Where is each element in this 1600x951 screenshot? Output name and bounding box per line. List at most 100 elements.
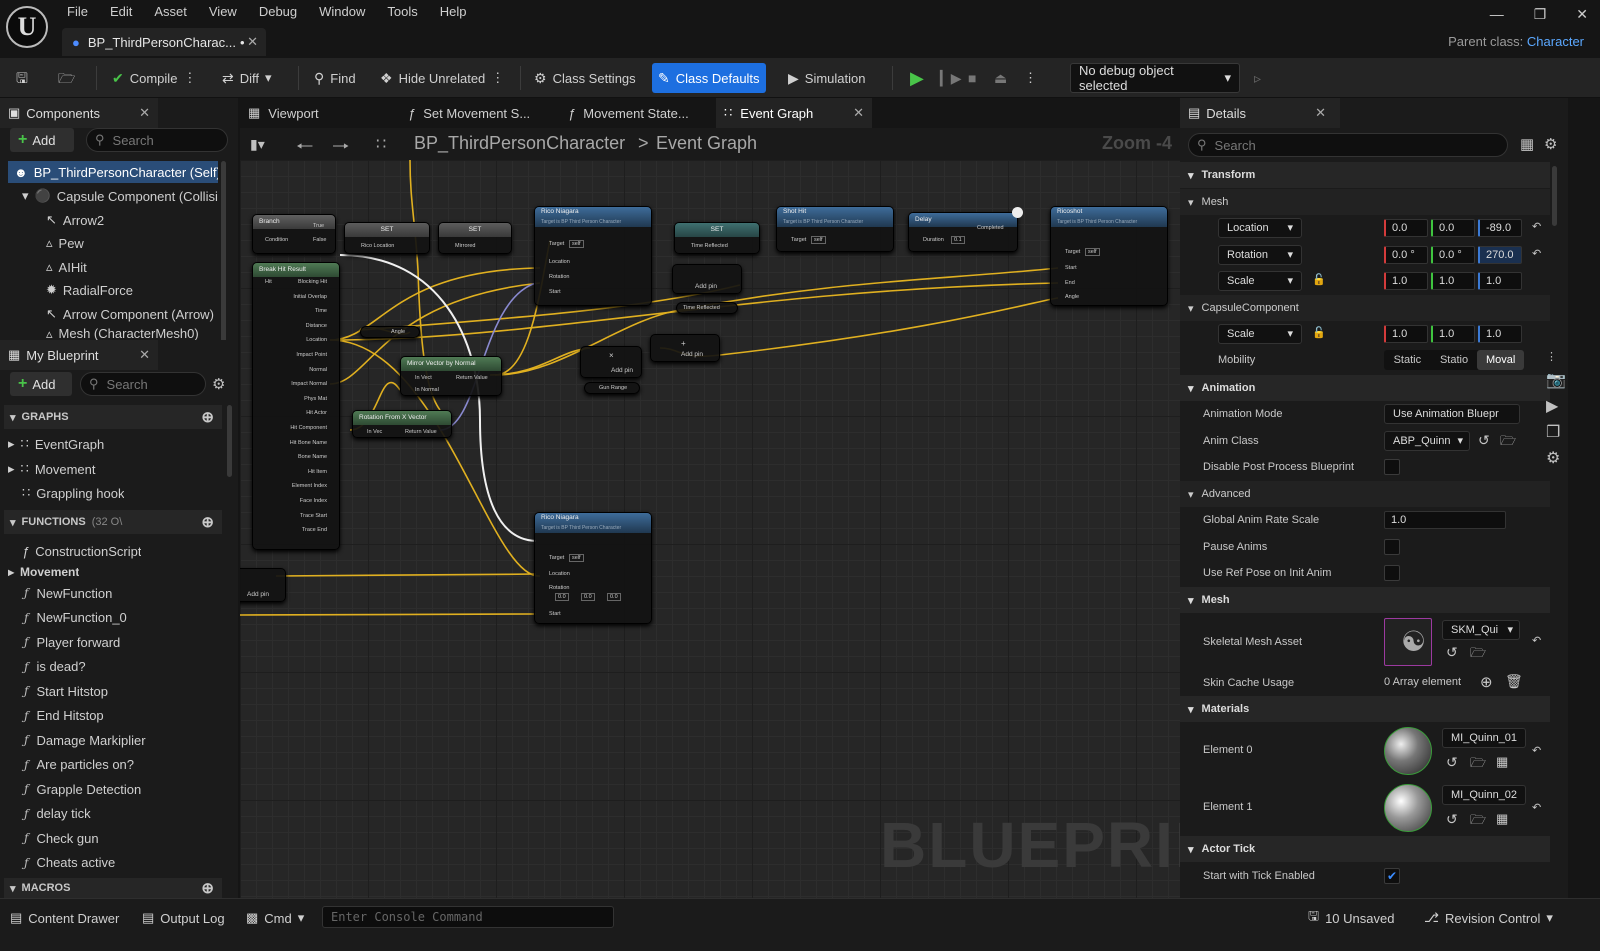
- menu-edit[interactable]: Edit: [99, 3, 143, 23]
- pin-value[interactable]: self: [569, 554, 584, 562]
- menu-view[interactable]: View: [198, 3, 248, 23]
- play-options-button[interactable]: ⋮: [1018, 63, 1043, 93]
- function-category-movement[interactable]: ▸ Movement: [8, 561, 79, 583]
- camera-icon[interactable]: 📷: [1546, 370, 1566, 390]
- find-button[interactable]: ⚲ Find: [308, 63, 362, 93]
- function-item[interactable]: ƒ Grapple Detection: [24, 778, 141, 800]
- graph-item-eventgraph[interactable]: ▸ ∷ EventGraph: [8, 433, 104, 455]
- pin-panel-icon[interactable]: ⋮: [1546, 350, 1557, 363]
- function-item[interactable]: ƒ Start Hitstop: [24, 680, 108, 702]
- menu-file[interactable]: File: [56, 3, 99, 23]
- capsule-scale-y[interactable]: 1.0: [1431, 325, 1475, 343]
- graph-item-grappling[interactable]: ∷ Grappling hook: [22, 482, 124, 504]
- function-item[interactable]: ƒ NewFunction_0: [24, 607, 127, 629]
- mesh-subsection[interactable]: ▾ Mesh: [1180, 189, 1550, 215]
- anim-class-dropdown[interactable]: ABP_Quinn ▾: [1384, 431, 1470, 451]
- event-graph-canvas[interactable]: Branch Condition True False Break Hit Re…: [240, 160, 1180, 900]
- function-item[interactable]: ƒ Cheats active: [24, 852, 115, 874]
- tree-item-capsule[interactable]: ▾ ⚫ Capsule Component (CollisionCylinder): [22, 185, 218, 207]
- materials-section[interactable]: ▾ Materials: [1180, 696, 1550, 722]
- node-set-rico-location[interactable]: SET Rico Location: [344, 222, 430, 254]
- node-add-2[interactable]: + Add pin: [650, 334, 720, 362]
- add-macro-icon[interactable]: ⊕: [201, 879, 214, 897]
- rotation-x[interactable]: 0.0 °: [1384, 246, 1428, 264]
- ref-pose-checkbox[interactable]: [1384, 565, 1400, 581]
- macros-section[interactable]: ▾ MACROS ⊕: [4, 878, 222, 898]
- details-search-input[interactable]: ⚲ Search: [1188, 133, 1508, 157]
- maximize-icon[interactable]: ❐: [1534, 6, 1547, 23]
- functions-section[interactable]: ▾ FUNCTIONS (32 O\ ⊕: [4, 510, 222, 534]
- menu-asset[interactable]: Asset: [143, 3, 198, 23]
- function-item[interactable]: ƒ Player forward: [24, 631, 120, 653]
- function-item[interactable]: ƒ NewFunction: [24, 582, 112, 604]
- browse-icon[interactable]: 🗁: [1470, 811, 1486, 833]
- function-item[interactable]: ƒ is dead?: [24, 656, 86, 678]
- tree-item-aihit[interactable]: ▵ AIHit: [46, 256, 218, 278]
- class-defaults-button[interactable]: ✎ Class Defaults: [652, 63, 766, 93]
- graphs-section[interactable]: ▾ GRAPHS ⊕: [4, 405, 222, 429]
- scale-z[interactable]: 1.0: [1478, 272, 1522, 290]
- node-set-time-reflected[interactable]: SET Time Reflected: [674, 222, 760, 254]
- node-multiply[interactable]: × Add pin: [580, 346, 642, 378]
- node-delay[interactable]: Delay Duration 0.1 Completed: [908, 212, 1018, 252]
- capsule-scale-x[interactable]: 1.0: [1384, 325, 1428, 343]
- function-item-construction[interactable]: ƒ ConstructionScript: [22, 540, 141, 562]
- mesh-section[interactable]: ▾ Mesh: [1180, 587, 1550, 613]
- gear-icon[interactable]: ⚙: [212, 375, 225, 393]
- node-shot-hit[interactable]: Shot Hit Target is BP Third Person Charac…: [776, 206, 894, 252]
- rotation-dropdown[interactable]: Rotation ▾: [1218, 245, 1302, 265]
- minimize-icon[interactable]: —: [1490, 6, 1504, 23]
- add-pin-label[interactable]: Add pin: [695, 283, 717, 290]
- compile-options-icon[interactable]: ⋮: [183, 70, 196, 86]
- node-set-mirrored[interactable]: SET Mirrored: [438, 222, 512, 254]
- node-add[interactable]: Add pin: [672, 264, 742, 294]
- function-item[interactable]: ƒ End Hitstop: [24, 705, 104, 727]
- function-item[interactable]: ƒ delay tick: [24, 803, 91, 825]
- scale-x[interactable]: 1.0: [1384, 272, 1428, 290]
- use-selected-icon[interactable]: ↺: [1446, 811, 1458, 828]
- add-member-button[interactable]: + Add: [10, 372, 72, 396]
- node-mirror-vector[interactable]: Mirror Vector by Normal In Vect In Norma…: [400, 356, 502, 396]
- layers-icon[interactable]: ❐: [1546, 422, 1560, 442]
- checker-icon[interactable]: ▦: [1496, 811, 1508, 827]
- material-0-dropdown[interactable]: MI_Quinn_01: [1442, 728, 1526, 748]
- content-drawer-button[interactable]: ▤ Content Drawer: [10, 907, 119, 929]
- capsule-subsection[interactable]: ▾ CapsuleComponent: [1180, 295, 1550, 321]
- node-offscreen-add[interactable]: Add pin: [240, 568, 286, 602]
- use-selected-icon[interactable]: ↺: [1478, 432, 1490, 449]
- function-item[interactable]: ƒ Damage Markiplier: [24, 729, 146, 751]
- close-icon[interactable]: ✕: [1315, 105, 1326, 121]
- pin-value[interactable]: 0.0: [607, 593, 621, 601]
- gear-icon[interactable]: ⚙: [1546, 448, 1560, 468]
- pause-anims-checkbox[interactable]: [1384, 539, 1400, 555]
- node-get-gun-range[interactable]: Gun Range: [584, 382, 640, 394]
- add-pin-label[interactable]: Add pin: [247, 591, 269, 598]
- material-sphere-1[interactable]: [1384, 784, 1432, 832]
- gear-icon[interactable]: ⚙: [1544, 135, 1557, 153]
- hide-unrelated-button[interactable]: ❖ Hide Unrelated ⋮: [374, 63, 510, 93]
- tree-item-radialforce[interactable]: ✹ RadialForce: [46, 279, 218, 301]
- anim-mode-dropdown[interactable]: Use Animation Bluepr: [1384, 404, 1520, 424]
- tab-set-movement[interactable]: ƒ Set Movement S...: [400, 98, 560, 128]
- diff-button[interactable]: ⇄ Diff ▾: [216, 63, 278, 93]
- compile-button[interactable]: ✔ Compile ⋮: [106, 63, 202, 93]
- node-ricoshot[interactable]: Ricoshot Target is BP Third Person Charac…: [1050, 206, 1168, 306]
- function-item[interactable]: ƒ Check gun: [24, 827, 99, 849]
- components-scrollbar[interactable]: [221, 161, 226, 351]
- transform-section[interactable]: ▾ Transform: [1180, 162, 1550, 188]
- hide-options-icon[interactable]: ⋮: [491, 70, 504, 86]
- reset-icon[interactable]: ↶: [1532, 247, 1541, 260]
- global-rate-input[interactable]: 1.0: [1384, 511, 1506, 529]
- tree-item-arrow[interactable]: ↖ Arrow Component (Arrow): [46, 303, 218, 325]
- mobility-stationary[interactable]: Statio: [1431, 350, 1478, 370]
- lock-icon[interactable]: 🔓: [1312, 326, 1326, 339]
- mobility-static[interactable]: Static: [1384, 350, 1431, 370]
- node-rico-niagara[interactable]: Rico Niagara Target is BP Third Person Ch…: [534, 206, 652, 306]
- browse-icon[interactable]: 🗁: [1500, 432, 1516, 454]
- reset-icon[interactable]: ↶: [1532, 801, 1541, 814]
- tab-movement-state[interactable]: ƒ Movement State...: [560, 98, 720, 128]
- node-branch[interactable]: Branch Condition True False: [252, 214, 336, 254]
- scale-y[interactable]: 1.0: [1431, 272, 1475, 290]
- save-button[interactable]: 🖫: [10, 63, 34, 93]
- bookmark-icon[interactable]: ▮▾: [250, 136, 265, 153]
